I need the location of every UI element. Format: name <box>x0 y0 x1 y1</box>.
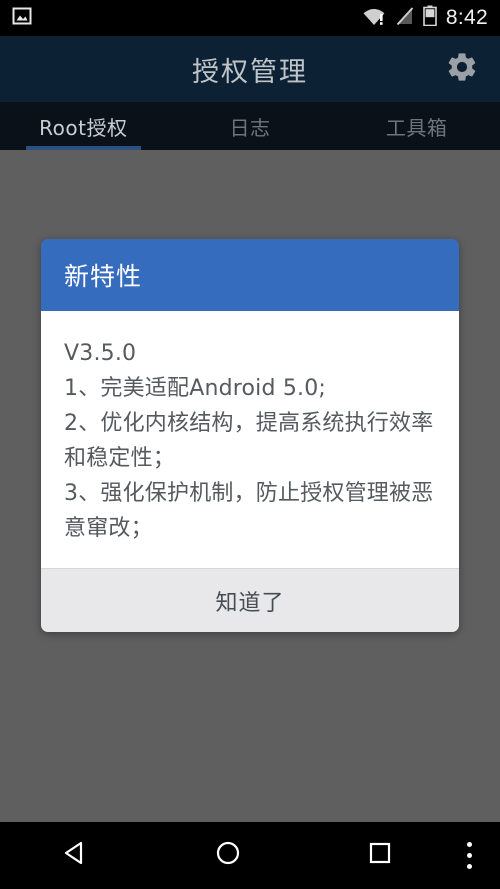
settings-button[interactable] <box>440 47 484 91</box>
page-title: 授权管理 <box>192 56 308 88</box>
nav-back-button[interactable] <box>0 822 152 889</box>
tab-bar: Root授权 日志 工具箱 <box>0 102 500 150</box>
status-bar-clock: 8:42 <box>445 6 488 29</box>
dialog-title: 新特性 <box>64 262 143 291</box>
status-bar-notifications <box>12 6 32 31</box>
tab-label: 日志 <box>229 115 271 140</box>
dialog-line-item-2: 2、优化内核结构，提高系统执行效率和稳定性； <box>64 411 434 471</box>
wifi-warning-icon <box>363 6 387 31</box>
tab-label: 工具箱 <box>385 115 448 140</box>
status-bar-system-icons: 8:42 <box>363 5 488 31</box>
dialog-confirm-label: 知道了 <box>215 590 285 616</box>
home-circle-icon <box>213 838 243 873</box>
dialog-line-version: V3.5.0 <box>64 341 137 366</box>
navigation-bar <box>0 822 500 889</box>
screenshot-image-icon <box>12 6 32 31</box>
recents-square-icon <box>365 838 395 873</box>
tab-toolbox[interactable]: 工具箱 <box>333 102 500 150</box>
back-triangle-icon <box>61 838 91 873</box>
tab-root-authorization[interactable]: Root授权 <box>0 102 167 150</box>
nav-home-button[interactable] <box>152 822 304 889</box>
battery-icon <box>423 5 437 31</box>
dialog-line-item-3: 3、强化保护机制，防止授权管理被恶意窜改； <box>64 481 434 541</box>
overflow-menu-icon <box>466 842 472 869</box>
status-bar: 8:42 <box>0 0 500 36</box>
dialog-header: 新特性 <box>41 239 459 311</box>
dialog-body: V3.5.0 1、完美适配Android 5.0; 2、优化内核结构，提高系统执… <box>41 311 459 568</box>
nav-recents-button[interactable] <box>304 822 456 889</box>
nav-overflow-menu-button[interactable] <box>438 822 500 889</box>
phone-screen: 8:42 授权管理 Root授权 日志 工具箱 新特性 V3.5.0 1、完美适… <box>0 0 500 889</box>
no-sim-signal-icon <box>396 6 414 31</box>
tab-label: Root授权 <box>39 115 128 140</box>
dialog-line-item-1: 1、完美适配Android 5.0; <box>64 376 327 401</box>
tab-logs[interactable]: 日志 <box>167 102 334 150</box>
app-bar: 授权管理 <box>0 36 500 102</box>
dialog-confirm-button[interactable]: 知道了 <box>41 568 459 632</box>
new-features-dialog: 新特性 V3.5.0 1、完美适配Android 5.0; 2、优化内核结构，提… <box>41 239 459 632</box>
gear-icon <box>445 50 479 89</box>
